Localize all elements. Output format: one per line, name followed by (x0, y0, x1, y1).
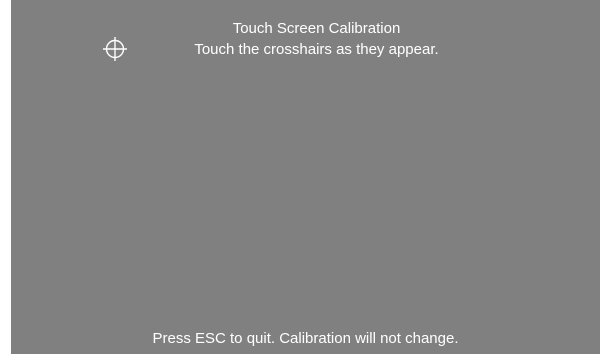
calibration-instruction: Touch the crosshairs as they appear. (194, 41, 439, 58)
calibration-footer-hint: Press ESC to quit. Calibration will not … (152, 330, 459, 347)
calibration-title: Touch Screen Calibration (232, 20, 401, 37)
calibration-screen[interactable]: Touch Screen Calibration Touch the cross… (11, 0, 600, 354)
calibration-header: Touch Screen Calibration Touch the cross… (11, 20, 600, 58)
